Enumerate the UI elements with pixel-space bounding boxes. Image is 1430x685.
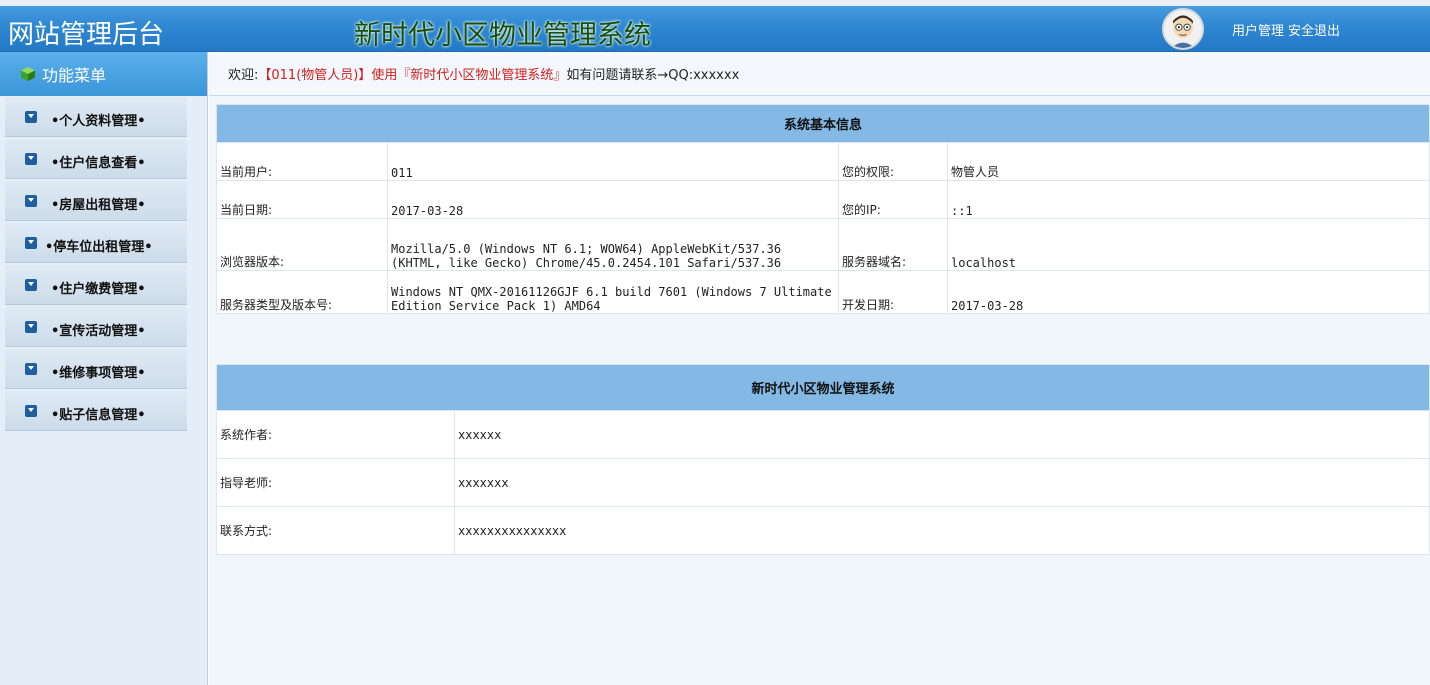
- menu-list: •个人资料管理• •住户信息查看• •房屋出租管理• •停车位出租管理• •住户…: [0, 96, 207, 431]
- row-value: 2017-03-28: [947, 270, 1430, 314]
- sidebar-item-label: •个人资料管理•: [51, 114, 146, 129]
- sidebar-item-label: •宣传活动管理•: [51, 324, 146, 339]
- about-table: 新时代小区物业管理系统 系统作者: xxxxxx 指导老师: xxxxxxx 联…: [216, 364, 1430, 555]
- expand-icon: [25, 405, 37, 417]
- sidebar-item-posts[interactable]: •贴子信息管理•: [5, 391, 187, 431]
- row-label: 服务器域名:: [838, 218, 948, 271]
- row-value: ::1: [947, 180, 1430, 219]
- welcome-suffix: 如有问题请联系→QQ:xxxxxx: [566, 68, 740, 83]
- sidebar: 功能菜单 •个人资料管理• •住户信息查看• •房屋出租管理• •停车位出租管理…: [0, 52, 208, 685]
- row-value: Windows NT QMX-20161126GJF 6.1 build 760…: [387, 270, 839, 314]
- row-label: 系统作者:: [216, 410, 455, 459]
- row-label: 开发日期:: [838, 270, 948, 314]
- site-title: 网站管理后台: [8, 20, 165, 50]
- expand-icon: [25, 153, 37, 165]
- menu-title: 功能菜单: [0, 52, 207, 96]
- sidebar-item-label: •停车位出租管理•: [45, 240, 153, 255]
- header-links: 用户管理 安全退出: [1232, 20, 1340, 39]
- row-value: 物管人员: [947, 142, 1430, 181]
- sidebar-item-label: •住户信息查看•: [51, 156, 146, 171]
- row-value: xxxxxx: [454, 410, 1430, 459]
- row-label: 指导老师:: [216, 458, 455, 507]
- top-header: 网站管理后台 新时代小区物业管理系统 用户管理 安全退出: [0, 0, 1430, 52]
- expand-icon: [25, 363, 37, 375]
- row-value: xxxxxxxxxxxxxxx: [454, 506, 1430, 555]
- sidebar-item-label: •住户缴费管理•: [51, 282, 146, 297]
- row-value: localhost: [947, 218, 1430, 271]
- table-row: 指导老师: xxxxxxx: [216, 458, 1430, 507]
- main-content: 系统基本信息 当前用户: 011 您的权限: 物管人员 当前日期: 2017-0…: [209, 96, 1430, 685]
- row-label: 您的权限:: [838, 142, 948, 181]
- row-value: 011: [387, 142, 839, 181]
- table-row: 联系方式: xxxxxxxxxxxxxxx: [216, 506, 1430, 555]
- sidebar-item-label: •房屋出租管理•: [51, 198, 146, 213]
- sidebar-item-repairs[interactable]: •维修事项管理•: [5, 349, 187, 389]
- sidebar-item-label: •贴子信息管理•: [51, 408, 146, 423]
- expand-icon: [25, 321, 37, 333]
- row-value: 2017-03-28: [387, 180, 839, 219]
- row-label: 联系方式:: [216, 506, 455, 555]
- row-value: Mozilla/5.0 (Windows NT 6.1; WOW64) Appl…: [387, 218, 839, 271]
- menu-title-label: 功能菜单: [42, 66, 107, 85]
- logout-link[interactable]: 安全退出: [1288, 24, 1340, 39]
- table-row: 当前日期: 2017-03-28 您的IP: ::1: [216, 180, 1430, 219]
- about-title: 新时代小区物业管理系统: [216, 364, 1430, 411]
- row-label: 当前日期:: [216, 180, 388, 219]
- table-row: 系统作者: xxxxxx: [216, 410, 1430, 459]
- row-label: 当前用户:: [216, 142, 388, 181]
- sidebar-item-parking-rental[interactable]: •停车位出租管理•: [5, 223, 187, 263]
- table-row: 服务器类型及版本号: Windows NT QMX-20161126GJF 6.…: [216, 270, 1430, 314]
- cube-icon: [21, 67, 35, 81]
- user-management-link[interactable]: 用户管理: [1232, 24, 1284, 39]
- expand-icon: [25, 237, 37, 249]
- expand-icon: [25, 195, 37, 207]
- sidebar-item-profile[interactable]: •个人资料管理•: [5, 97, 187, 137]
- sidebar-item-label: •维修事项管理•: [51, 366, 146, 381]
- expand-icon: [25, 111, 37, 123]
- welcome-bar: 欢迎: 【011(物管人员)】使用『新时代小区物业管理系统』 如有问题请联系→Q…: [209, 52, 1430, 96]
- sidebar-item-payments[interactable]: •住户缴费管理•: [5, 265, 187, 305]
- row-label: 浏览器版本:: [216, 218, 388, 271]
- expand-icon: [25, 279, 37, 291]
- browser-strip: [0, 0, 1430, 6]
- row-label: 您的IP:: [838, 180, 948, 219]
- sidebar-item-house-rental[interactable]: •房屋出租管理•: [5, 181, 187, 221]
- system-info-title: 系统基本信息: [216, 104, 1430, 143]
- sidebar-item-residents[interactable]: •住户信息查看•: [5, 139, 187, 179]
- system-title: 新时代小区物业管理系统: [354, 20, 651, 51]
- welcome-prefix: 欢迎:: [228, 68, 259, 83]
- avatar: [1162, 8, 1204, 50]
- table-row: 浏览器版本: Mozilla/5.0 (Windows NT 6.1; WOW6…: [216, 218, 1430, 271]
- system-info-table: 系统基本信息 当前用户: 011 您的权限: 物管人员 当前日期: 2017-0…: [216, 104, 1430, 314]
- table-row: 当前用户: 011 您的权限: 物管人员: [216, 142, 1430, 181]
- welcome-user: 【011(物管人员)】使用『新时代小区物业管理系统』: [258, 68, 567, 83]
- row-label: 服务器类型及版本号:: [216, 270, 388, 314]
- avatar-icon: [1164, 10, 1202, 48]
- row-value: xxxxxxx: [454, 458, 1430, 507]
- sidebar-item-promotions[interactable]: •宣传活动管理•: [5, 307, 187, 347]
